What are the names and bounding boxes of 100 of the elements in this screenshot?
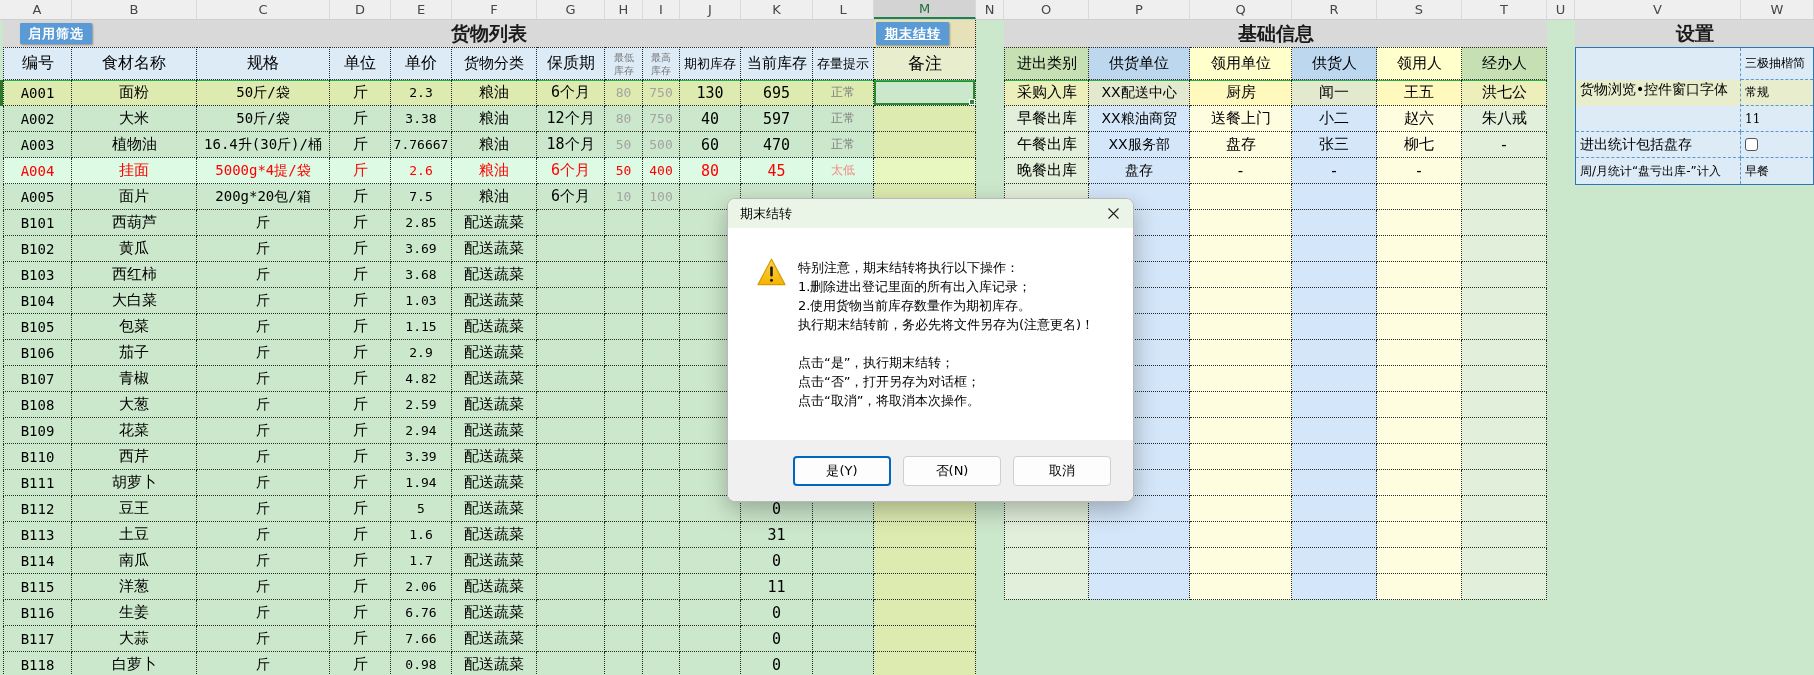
column-letter[interactable]: D bbox=[330, 0, 391, 19]
table-cell: 斤 bbox=[197, 652, 330, 675]
table-cell: 斤 bbox=[330, 158, 391, 184]
table-cell: 配送蔬菜 bbox=[452, 366, 537, 392]
column-header: 供货人 bbox=[1292, 47, 1377, 80]
table-cell: 盘存 bbox=[1089, 158, 1190, 184]
table-cell: 6个月 bbox=[537, 80, 605, 106]
column-letter[interactable]: F bbox=[452, 0, 537, 19]
column-letter[interactable]: Q bbox=[1190, 0, 1292, 19]
table-cell: 斤 bbox=[330, 418, 391, 444]
column-letter[interactable]: R bbox=[1292, 0, 1377, 19]
empty-cell bbox=[537, 626, 605, 652]
table-cell: 1.15 bbox=[391, 314, 452, 340]
table-cell: 斤 bbox=[330, 600, 391, 626]
table-cell: 0 bbox=[741, 652, 813, 675]
table-cell: B114 bbox=[3, 548, 72, 574]
column-letter[interactable]: T bbox=[1462, 0, 1547, 19]
table-cell: XX服务部 bbox=[1089, 132, 1190, 158]
table-cell: 斤 bbox=[330, 522, 391, 548]
column-header: 存量提示 bbox=[813, 47, 874, 80]
table-cell: 2.94 bbox=[391, 418, 452, 444]
column-letter[interactable]: I bbox=[643, 0, 680, 19]
table-cell: 斤 bbox=[197, 600, 330, 626]
table-cell: 50斤/袋 bbox=[197, 80, 330, 106]
empty-cell bbox=[680, 600, 741, 626]
table-cell: 大葱 bbox=[72, 392, 197, 418]
section-title: 货物列表 bbox=[451, 20, 527, 46]
column-header: 最高库存 bbox=[643, 47, 680, 80]
column-letter[interactable]: N bbox=[976, 0, 1004, 19]
table-cell: 柳七 bbox=[1377, 132, 1462, 158]
table-cell: 斤 bbox=[330, 314, 391, 340]
empty-cell bbox=[605, 288, 643, 314]
empty-cell bbox=[680, 626, 741, 652]
column-header: 最低库存 bbox=[605, 47, 643, 80]
table-cell: 80 bbox=[605, 80, 643, 106]
table-cell: B111 bbox=[3, 470, 72, 496]
table-cell: 1.03 bbox=[391, 288, 452, 314]
table-cell: B118 bbox=[3, 652, 72, 675]
empty-cell bbox=[537, 366, 605, 392]
setting-label: 进出统计包括盘存 bbox=[1576, 132, 1741, 158]
column-header: 单价 bbox=[391, 47, 452, 80]
table-cell: 斤 bbox=[330, 340, 391, 366]
table-cell: 斤 bbox=[330, 392, 391, 418]
column-letter[interactable]: G bbox=[537, 0, 605, 19]
column-letter[interactable]: A bbox=[3, 0, 72, 19]
column-letter[interactable]: H bbox=[605, 0, 643, 19]
table-cell: 大蒜 bbox=[72, 626, 197, 652]
table-cell: B101 bbox=[3, 210, 72, 236]
column-letter[interactable]: M bbox=[874, 0, 976, 19]
table-cell: 太低 bbox=[813, 158, 874, 184]
table-cell: B115 bbox=[3, 574, 72, 600]
message-line: 点击“是”，执行期末结转； bbox=[798, 354, 956, 372]
table-cell: 3.69 bbox=[391, 236, 452, 262]
column-header: 单位 bbox=[330, 47, 391, 80]
table-cell: 面粉 bbox=[72, 80, 197, 106]
table-cell: 配送蔬菜 bbox=[452, 340, 537, 366]
table-cell: 配送蔬菜 bbox=[452, 600, 537, 626]
message-line: 2.使用货物当前库存数量作为期初库存。 bbox=[798, 297, 1033, 315]
column-letter[interactable]: P bbox=[1089, 0, 1190, 19]
dialog-button[interactable]: 取消 bbox=[1013, 455, 1111, 486]
empty-cell bbox=[605, 626, 643, 652]
close-icon bbox=[1107, 208, 1119, 219]
dialog-button[interactable]: 是(Y) bbox=[793, 455, 891, 486]
table-cell: 配送蔬菜 bbox=[452, 236, 537, 262]
column-letter[interactable]: J bbox=[680, 0, 741, 19]
setting-label: 货物浏览•控件窗口字体 bbox=[1576, 48, 1741, 132]
table-cell: 6.76 bbox=[391, 600, 452, 626]
fill-handle[interactable] bbox=[969, 99, 975, 105]
column-letter[interactable]: E bbox=[391, 0, 452, 19]
setting-value[interactable]: 常规 bbox=[1741, 80, 1813, 106]
column-letter[interactable]: W bbox=[1741, 0, 1814, 19]
column-letter[interactable]: O bbox=[1004, 0, 1089, 19]
dialog-button[interactable]: 否(N) bbox=[903, 455, 1001, 486]
column-header: 规格 bbox=[197, 47, 330, 80]
table-cell: 2.6 bbox=[391, 158, 452, 184]
empty-cell bbox=[537, 236, 605, 262]
empty-cell bbox=[605, 392, 643, 418]
table-cell: 45 bbox=[741, 158, 813, 184]
checkbox[interactable] bbox=[1745, 138, 1758, 151]
table-cell: 斤 bbox=[197, 548, 330, 574]
table-cell: XX粮油商贸 bbox=[1089, 106, 1190, 132]
column-letter[interactable]: K bbox=[741, 0, 813, 19]
table-cell: 130 bbox=[680, 80, 741, 106]
column-letter[interactable]: S bbox=[1377, 0, 1462, 19]
column-letter[interactable]: B bbox=[72, 0, 197, 19]
column-letter[interactable]: C bbox=[197, 0, 330, 19]
empty-cell bbox=[643, 548, 680, 574]
table-cell: 斤 bbox=[330, 236, 391, 262]
table-cell: 配送蔬菜 bbox=[452, 314, 537, 340]
table-cell: 5000g*4提/袋 bbox=[197, 158, 330, 184]
empty-cell bbox=[605, 262, 643, 288]
empty-cell bbox=[537, 340, 605, 366]
table-cell: 送餐上门 bbox=[1190, 106, 1292, 132]
table-cell: 2.06 bbox=[391, 574, 452, 600]
table-cell: 斤 bbox=[197, 210, 330, 236]
table-cell: 南瓜 bbox=[72, 548, 197, 574]
column-letter[interactable]: V bbox=[1575, 0, 1741, 19]
table-cell: 10 bbox=[605, 184, 643, 210]
column-letter[interactable]: U bbox=[1547, 0, 1575, 19]
table-cell: 斤 bbox=[197, 340, 330, 366]
